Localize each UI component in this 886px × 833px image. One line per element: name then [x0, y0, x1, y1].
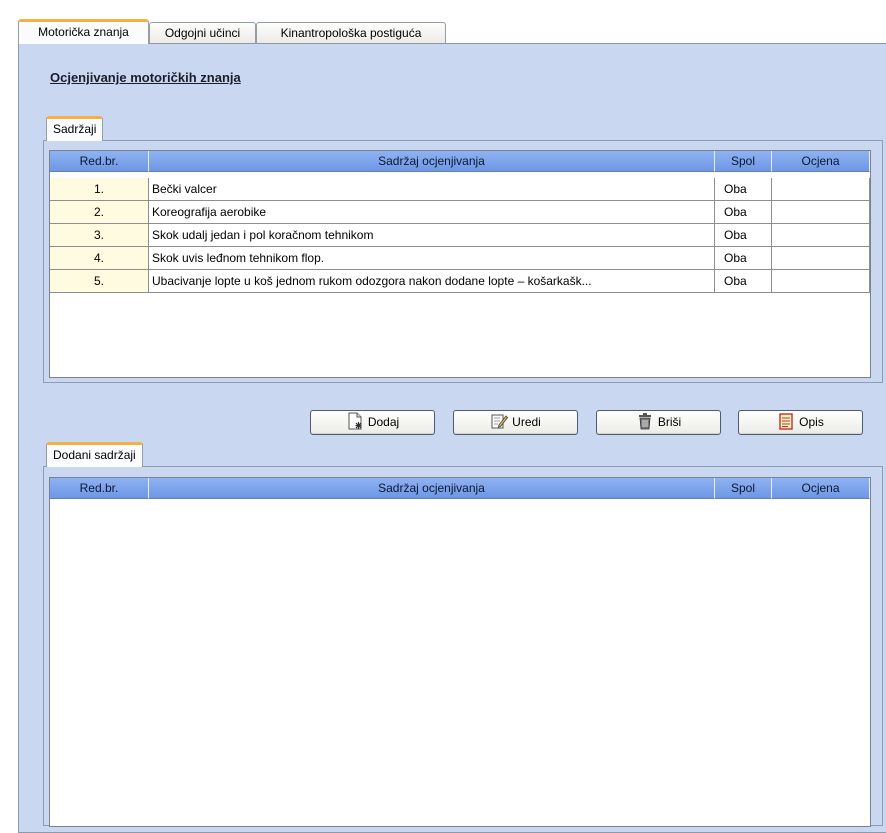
row-spol: Oba — [715, 247, 772, 270]
tab-sadrzaji[interactable]: Sadržaji — [46, 116, 104, 141]
row-spol: Oba — [715, 178, 772, 201]
row-content: Skok uvis leđnom tehnikom flop. — [149, 247, 715, 270]
column-header-sadrzaj[interactable]: Sadržaj ocjenjivanja — [149, 478, 715, 499]
column-header-red-br[interactable]: Red.br. — [50, 151, 149, 172]
sadrzaji-table[interactable]: Red.br. Sadržaj ocjenjivanja Spol Ocjena… — [49, 150, 871, 378]
column-header-red-br[interactable]: Red.br. — [50, 478, 149, 499]
tab-label: Motorička znanja — [38, 25, 129, 39]
delete-button[interactable]: Briši — [596, 410, 721, 435]
add-button-label: Dodaj — [367, 415, 400, 429]
delete-button-label: Briši — [657, 415, 682, 429]
dodani-sadrzaji-table[interactable]: Red.br. Sadržaj ocjenjivanja Spol Ocjena — [49, 477, 871, 827]
column-header-sadrzaj[interactable]: Sadržaj ocjenjivanja — [149, 151, 715, 172]
row-number: 5. — [50, 270, 149, 293]
page-title: Ocjenjivanje motoričkih znanja — [50, 70, 241, 85]
row-ocjena[interactable] — [772, 224, 870, 247]
tab-dodani-sadrzaji[interactable]: Dodani sadržaji — [46, 442, 143, 467]
column-header-ocjena[interactable]: Ocjena — [772, 151, 870, 172]
column-header-spol[interactable]: Spol — [715, 151, 772, 172]
row-content: Koreografija aerobike — [149, 201, 715, 224]
add-button[interactable]: Dodaj — [310, 410, 435, 435]
tab-label: Sadržaji — [53, 122, 97, 136]
trash-icon — [638, 413, 651, 430]
row-spol: Oba — [715, 201, 772, 224]
row-ocjena[interactable] — [772, 178, 870, 201]
edit-button-label: Uredi — [512, 415, 541, 429]
row-spol: Oba — [715, 270, 772, 293]
edit-pencil-icon — [491, 414, 509, 429]
tab-label: Odgojni učinci — [164, 26, 241, 40]
tab-label: Dodani sadržaji — [53, 448, 136, 462]
tab-motoricka-znanja[interactable]: Motorička znanja — [18, 19, 149, 44]
column-header-ocjena[interactable]: Ocjena — [772, 478, 870, 499]
row-content: Bečki valcer — [149, 178, 715, 201]
tab-label: Kinantropološka postiguća — [280, 26, 422, 40]
row-number: 1. — [50, 178, 149, 201]
row-content: Ubacivanje lopte u koš jednom rukom odoz… — [149, 270, 715, 293]
add-document-icon — [348, 412, 362, 430]
edit-button[interactable]: Uredi — [453, 410, 578, 435]
row-number: 2. — [50, 201, 149, 224]
column-header-spol[interactable]: Spol — [715, 478, 772, 499]
tab-kinantropoloska-postiguca[interactable]: Kinantropološka postiguća — [256, 22, 446, 43]
description-button-label: Opis — [799, 415, 824, 429]
row-ocjena[interactable] — [772, 270, 870, 293]
row-content: Skok udalj jedan i pol koračnom tehnikom — [149, 224, 715, 247]
row-ocjena[interactable] — [772, 247, 870, 270]
description-button[interactable]: Opis — [738, 410, 863, 435]
row-ocjena[interactable] — [772, 201, 870, 224]
description-notepad-icon — [779, 413, 793, 430]
row-number: 3. — [50, 224, 149, 247]
row-number: 4. — [50, 247, 149, 270]
tab-odgojni-ucinci[interactable]: Odgojni učinci — [149, 22, 256, 43]
row-spol: Oba — [715, 224, 772, 247]
